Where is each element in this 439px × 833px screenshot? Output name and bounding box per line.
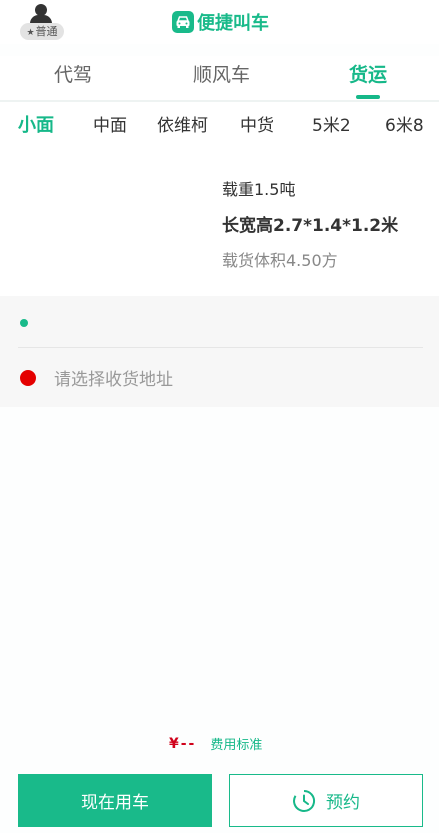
vehicle-type-selector: 小面 中面 依维柯 中货 5米2 6米8 <box>0 102 439 150</box>
fee-estimate: ¥-- 费用标准 <box>169 734 262 754</box>
vehicle-load: 载重1.5吨 <box>222 180 296 199</box>
vehicle-type-iveco[interactable]: 依维柯 <box>157 102 208 150</box>
vehicle-spec-panel: 载重1.5吨 长宽高2.7*1.4*1.2米 载货体积4.50方 <box>0 150 439 296</box>
dropoff-address-placeholder[interactable]: 请选择收货地址 <box>54 365 173 390</box>
book-button[interactable]: 预约 <box>229 774 423 827</box>
user-level-badge: ★普通 <box>20 23 64 40</box>
user-avatar[interactable]: ★普通 <box>20 2 64 40</box>
tab-freight[interactable]: 货运 <box>349 56 387 94</box>
app-title-text: 便捷叫车 <box>197 13 269 34</box>
vehicle-dimensions: 长宽高2.7*1.4*1.2米 <box>222 216 399 236</box>
vehicle-type-6m8[interactable]: 6米8 <box>385 102 424 150</box>
clock-icon <box>293 789 316 812</box>
ride-now-button[interactable]: 现在用车 <box>18 774 212 827</box>
address-panel: 请选择收货地址 <box>0 296 439 407</box>
vehicle-type-small-van[interactable]: 小面 <box>18 102 54 150</box>
service-tabs: 代驾 顺风车 货运 <box>0 56 439 100</box>
vehicle-type-5m2[interactable]: 5米2 <box>312 102 351 150</box>
fee-amount: ¥-- <box>169 735 197 752</box>
car-logo-icon <box>172 11 194 33</box>
vehicle-volume: 载货体积4.50方 <box>222 251 338 270</box>
active-tab-indicator <box>356 95 380 99</box>
vehicle-type-medium-van[interactable]: 中面 <box>93 102 127 150</box>
tab-carpool[interactable]: 顺风车 <box>193 56 250 94</box>
app-title: 便捷叫车 <box>172 10 269 34</box>
pickup-address-row[interactable] <box>0 296 439 348</box>
dropoff-address-row[interactable]: 请选择收货地址 <box>0 351 439 403</box>
dropoff-dot-icon <box>20 370 36 386</box>
pickup-dot-icon <box>20 319 28 327</box>
vehicle-type-medium-truck[interactable]: 中货 <box>240 102 274 150</box>
fee-standard-link[interactable]: 费用标准 <box>210 734 262 753</box>
tab-designated-driver[interactable]: 代驾 <box>54 56 92 94</box>
star-icon: ★ <box>26 28 35 38</box>
address-divider <box>18 347 423 348</box>
top-bar: ★普通 便捷叫车 <box>0 0 439 44</box>
